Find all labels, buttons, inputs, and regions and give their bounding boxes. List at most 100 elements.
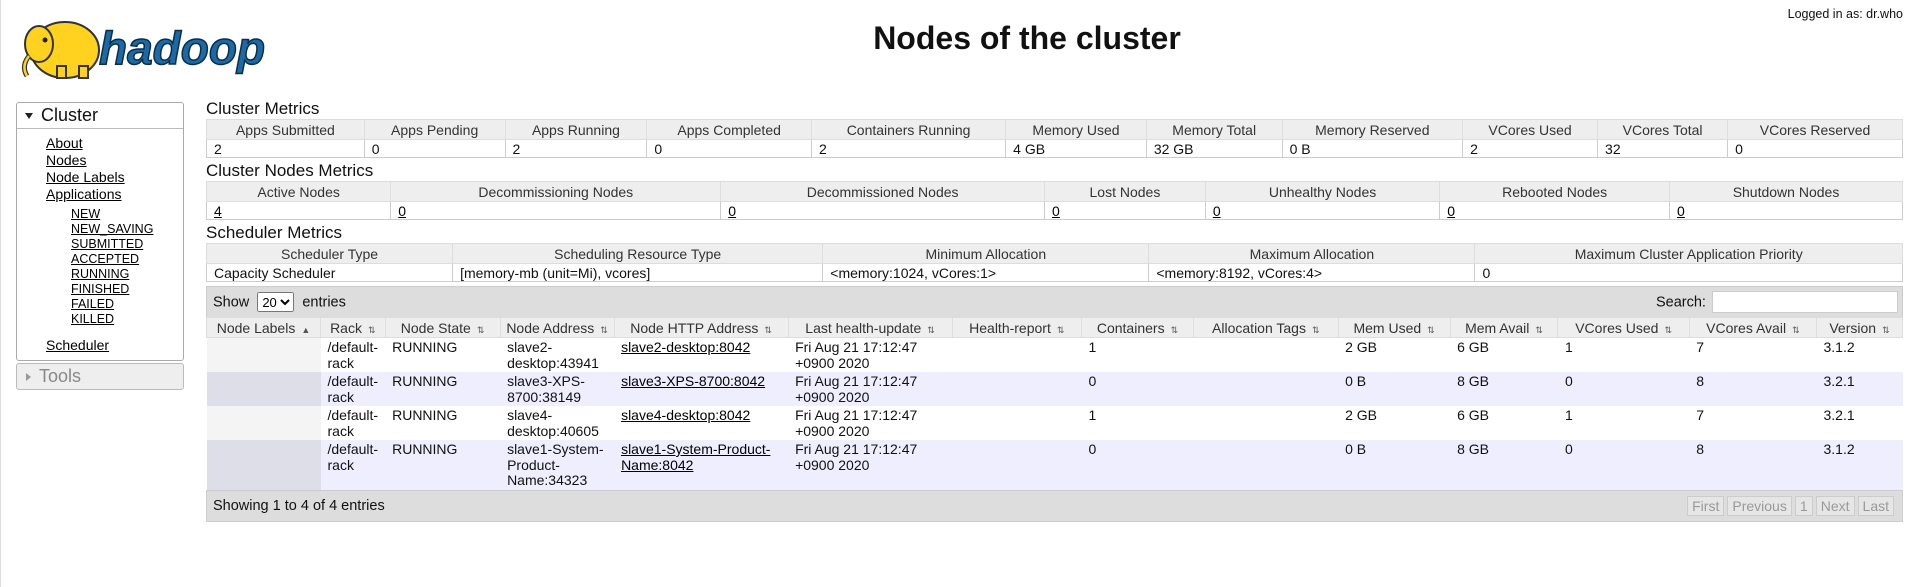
nav-link-failed[interactable]: FAILED xyxy=(71,297,183,312)
pager-last-button[interactable]: Last xyxy=(1857,495,1894,516)
metric-value: Capacity Scheduler xyxy=(205,263,454,282)
metric-header: Shutdown Nodes xyxy=(1669,181,1903,202)
nav-link-new-saving[interactable]: NEW_SAVING xyxy=(71,222,183,237)
nav-link-new[interactable]: NEW xyxy=(71,207,183,222)
col-rack[interactable]: Rack ⇅ xyxy=(320,317,386,338)
metric-value: 4 GB xyxy=(1005,139,1147,158)
nav-link-accepted[interactable]: ACCEPTED xyxy=(71,252,183,267)
metric-value: <memory:8192, vCores:4> xyxy=(1148,263,1476,282)
nav-link-scheduler[interactable]: Scheduler xyxy=(46,337,183,354)
sort-icon: ⇅ xyxy=(367,324,376,335)
rebooted-nodes-link[interactable]: 0 xyxy=(1447,203,1455,219)
unhealthy-nodes-link[interactable]: 0 xyxy=(1213,203,1221,219)
col-vcores-avail[interactable]: VCores Avail ⇅ xyxy=(1688,317,1817,338)
col-node-address[interactable]: Node Address ⇅ xyxy=(499,317,615,338)
metric-value: 0 xyxy=(646,139,812,158)
sort-icon: ⇅ xyxy=(476,324,485,335)
metric-value: 2 xyxy=(206,139,365,158)
tools-toggle[interactable]: Tools xyxy=(16,363,184,390)
nav-link-running[interactable]: RUNNING xyxy=(71,267,183,282)
col-node-state[interactable]: Node State ⇅ xyxy=(384,317,501,338)
metric-header: Containers Running xyxy=(810,119,1007,140)
metric-value: 0 xyxy=(363,139,506,158)
header: hadoop Nodes of the cluster Logged in as… xyxy=(1,0,1912,90)
page-title: Nodes of the cluster xyxy=(873,20,1181,56)
pager-page-1-button[interactable]: 1 xyxy=(1794,495,1813,516)
search-control: Search: xyxy=(1656,291,1898,313)
sort-icon: ⇅ xyxy=(1311,324,1320,335)
sort-icon: ⇅ xyxy=(1535,324,1543,335)
col-health-report[interactable]: Health-report ⇅ xyxy=(951,317,1082,338)
table-footer: Showing 1 to 4 of 4 entries First Previo… xyxy=(206,490,1903,522)
cluster-toggle[interactable]: Cluster xyxy=(17,103,183,129)
nav-link-killed[interactable]: KILLED xyxy=(71,312,183,327)
lost-nodes-link[interactable]: 0 xyxy=(1052,203,1060,219)
shutdown-nodes-link[interactable]: 0 xyxy=(1677,203,1685,219)
scheduler-metrics-table: Scheduler Type Scheduling Resource Type … xyxy=(205,243,1903,282)
active-nodes-link[interactable]: 4 xyxy=(214,203,222,219)
cluster-metrics-title: Cluster Metrics xyxy=(206,99,320,118)
sort-icon: ⇅ xyxy=(1056,324,1065,335)
metric-header: Memory Total xyxy=(1145,119,1283,140)
sort-icon: ⇅ xyxy=(1792,324,1800,335)
nav-link-nodes[interactable]: Nodes xyxy=(46,152,183,169)
node-http-link[interactable]: slave2-desktop:8042 xyxy=(621,339,750,355)
col-allocation-tags[interactable]: Allocation Tags ⇅ xyxy=(1193,317,1339,338)
sort-icon: ⇅ xyxy=(600,324,608,335)
cluster-label: Cluster xyxy=(41,105,99,125)
node-http-link[interactable]: slave4-desktop:8042 xyxy=(621,407,750,423)
node-http-link[interactable]: slave1-System-Product-Name:8042 xyxy=(621,441,770,473)
metric-header: VCores Reserved xyxy=(1727,119,1903,140)
show-label: Show xyxy=(213,294,250,311)
col-version[interactable]: Version ⇅ xyxy=(1815,317,1904,338)
table-row: /default-rack RUNNING slave2-desktop:439… xyxy=(206,337,1903,372)
metric-header: Decommissioning Nodes xyxy=(390,181,722,202)
nav-link-applications[interactable]: Applications xyxy=(46,186,183,203)
entries-select[interactable]: 20 xyxy=(257,292,295,312)
collapsed-triangle-icon xyxy=(26,372,31,381)
sort-asc-icon: ▲ xyxy=(301,324,311,335)
tools-label: Tools xyxy=(39,366,82,386)
metric-header: Apps Completed xyxy=(646,119,812,140)
metric-value: 0 xyxy=(1474,263,1903,282)
col-vcores-used[interactable]: VCores Used ⇅ xyxy=(1557,317,1690,338)
node-metrics-title: Cluster Nodes Metrics xyxy=(206,161,374,180)
pager-next-button[interactable]: Next xyxy=(1815,495,1855,516)
nav-link-submitted[interactable]: SUBMITTED xyxy=(71,237,183,252)
table-row: /default-rack RUNNING slave4-desktop:406… xyxy=(206,406,1903,440)
metric-header: Scheduler Type xyxy=(205,243,454,264)
nav-link-node-labels[interactable]: Node Labels xyxy=(46,169,183,186)
search-input[interactable] xyxy=(1712,291,1898,313)
nodes-table: Node Labels ▲ Rack ⇅ Node State ⇅ Node Addr… xyxy=(206,317,1904,490)
pager-previous-button[interactable]: Previous xyxy=(1727,495,1792,516)
metric-header: Apps Pending xyxy=(363,119,506,140)
sidebar: Cluster About Nodes Node Labels Applicat… xyxy=(16,102,184,390)
col-node-labels[interactable]: Node Labels ▲ xyxy=(206,317,321,338)
metric-header: Apps Running xyxy=(504,119,648,140)
metric-header: Memory Used xyxy=(1005,119,1147,140)
nav-link-about[interactable]: About xyxy=(46,135,183,152)
col-containers[interactable]: Containers ⇅ xyxy=(1080,317,1195,338)
node-http-link[interactable]: slave3-XPS-8700:8042 xyxy=(621,373,765,389)
col-mem-avail[interactable]: Mem Avail ⇅ xyxy=(1449,317,1559,338)
decommissioning-nodes-link[interactable]: 0 xyxy=(398,203,406,219)
pagination: First Previous 1 Next Last xyxy=(1687,495,1894,516)
metric-value: 2 xyxy=(504,139,648,158)
pager-first-button[interactable]: First xyxy=(1687,495,1725,516)
nav-link-finished[interactable]: FINISHED xyxy=(71,282,183,297)
col-last-health-update[interactable]: Last health-update ⇅ xyxy=(787,317,953,338)
metric-header: Maximum Allocation xyxy=(1148,243,1476,264)
sort-icon: ⇅ xyxy=(1170,324,1179,335)
metric-header: Lost Nodes xyxy=(1044,181,1206,202)
cluster-metrics-table: Apps Submitted Apps Pending Apps Running… xyxy=(206,119,1903,158)
metric-header: Rebooted Nodes xyxy=(1439,181,1671,202)
metric-value: 32 xyxy=(1597,139,1729,158)
metric-header: Decommissioned Nodes xyxy=(720,181,1046,202)
metric-header: Active Nodes xyxy=(205,181,392,202)
table-info: Showing 1 to 4 of 4 entries xyxy=(213,498,385,514)
col-node-http-address[interactable]: Node HTTP Address ⇅ xyxy=(613,317,789,338)
main-content: Cluster Metrics Apps Submitted Apps Pend… xyxy=(205,98,1904,522)
metric-header: Scheduling Resource Type xyxy=(452,243,824,264)
col-mem-used[interactable]: Mem Used ⇅ xyxy=(1337,317,1451,338)
decommissioned-nodes-link[interactable]: 0 xyxy=(728,203,736,219)
